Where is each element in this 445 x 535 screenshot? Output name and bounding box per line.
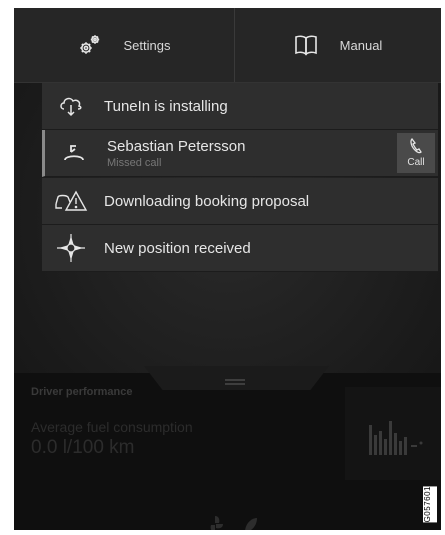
notification-tunein[interactable]: TuneIn is installing bbox=[42, 83, 438, 130]
driver-performance-title: Driver performance bbox=[31, 386, 133, 398]
notification-title: TuneIn is installing bbox=[104, 97, 228, 115]
missed-call-label: Missed call bbox=[107, 156, 162, 169]
notification-missed-call[interactable]: Sebastian Petersson Missed call Call bbox=[42, 130, 438, 177]
caller-name: Sebastian Petersson bbox=[107, 137, 246, 155]
drag-handle-line bbox=[225, 383, 245, 385]
notification-position[interactable]: New position received bbox=[42, 225, 438, 272]
performance-chart-tile bbox=[345, 387, 441, 480]
call-label: Call bbox=[407, 157, 425, 168]
notification-title: New position received bbox=[104, 239, 251, 257]
fuel-consumption-value: 0.0 l/100 km bbox=[31, 437, 135, 458]
settings-button[interactable]: Settings bbox=[14, 8, 234, 82]
manual-label: Manual bbox=[339, 37, 383, 53]
call-button[interactable]: Call bbox=[397, 133, 435, 173]
manual-button[interactable]: Manual bbox=[235, 8, 441, 82]
drag-handle[interactable] bbox=[225, 379, 245, 381]
missed-call-icon bbox=[57, 142, 91, 164]
car-warning-icon bbox=[54, 190, 88, 212]
notification-text: Sebastian Petersson Missed call bbox=[107, 138, 245, 169]
notification-title: Downloading booking proposal bbox=[104, 192, 310, 210]
compass-icon bbox=[54, 233, 88, 263]
notification-booking[interactable]: Downloading booking proposal bbox=[42, 178, 438, 225]
infotainment-screen: Settings Manual TuneIn is installing Seb… bbox=[14, 8, 441, 530]
book-icon bbox=[294, 34, 318, 56]
bar-chart-icon bbox=[369, 421, 423, 455]
figure-id-label: G057601 bbox=[423, 486, 437, 523]
settings-label: Settings bbox=[123, 37, 171, 53]
cloud-download-icon bbox=[54, 95, 88, 117]
panel-pull-tab[interactable] bbox=[144, 366, 329, 390]
climate-icons bbox=[209, 514, 259, 530]
gears-icon bbox=[78, 33, 102, 57]
phone-icon bbox=[409, 138, 423, 157]
top-bar: Settings Manual bbox=[14, 8, 441, 83]
fuel-consumption-label: Average fuel consumption bbox=[31, 419, 193, 435]
